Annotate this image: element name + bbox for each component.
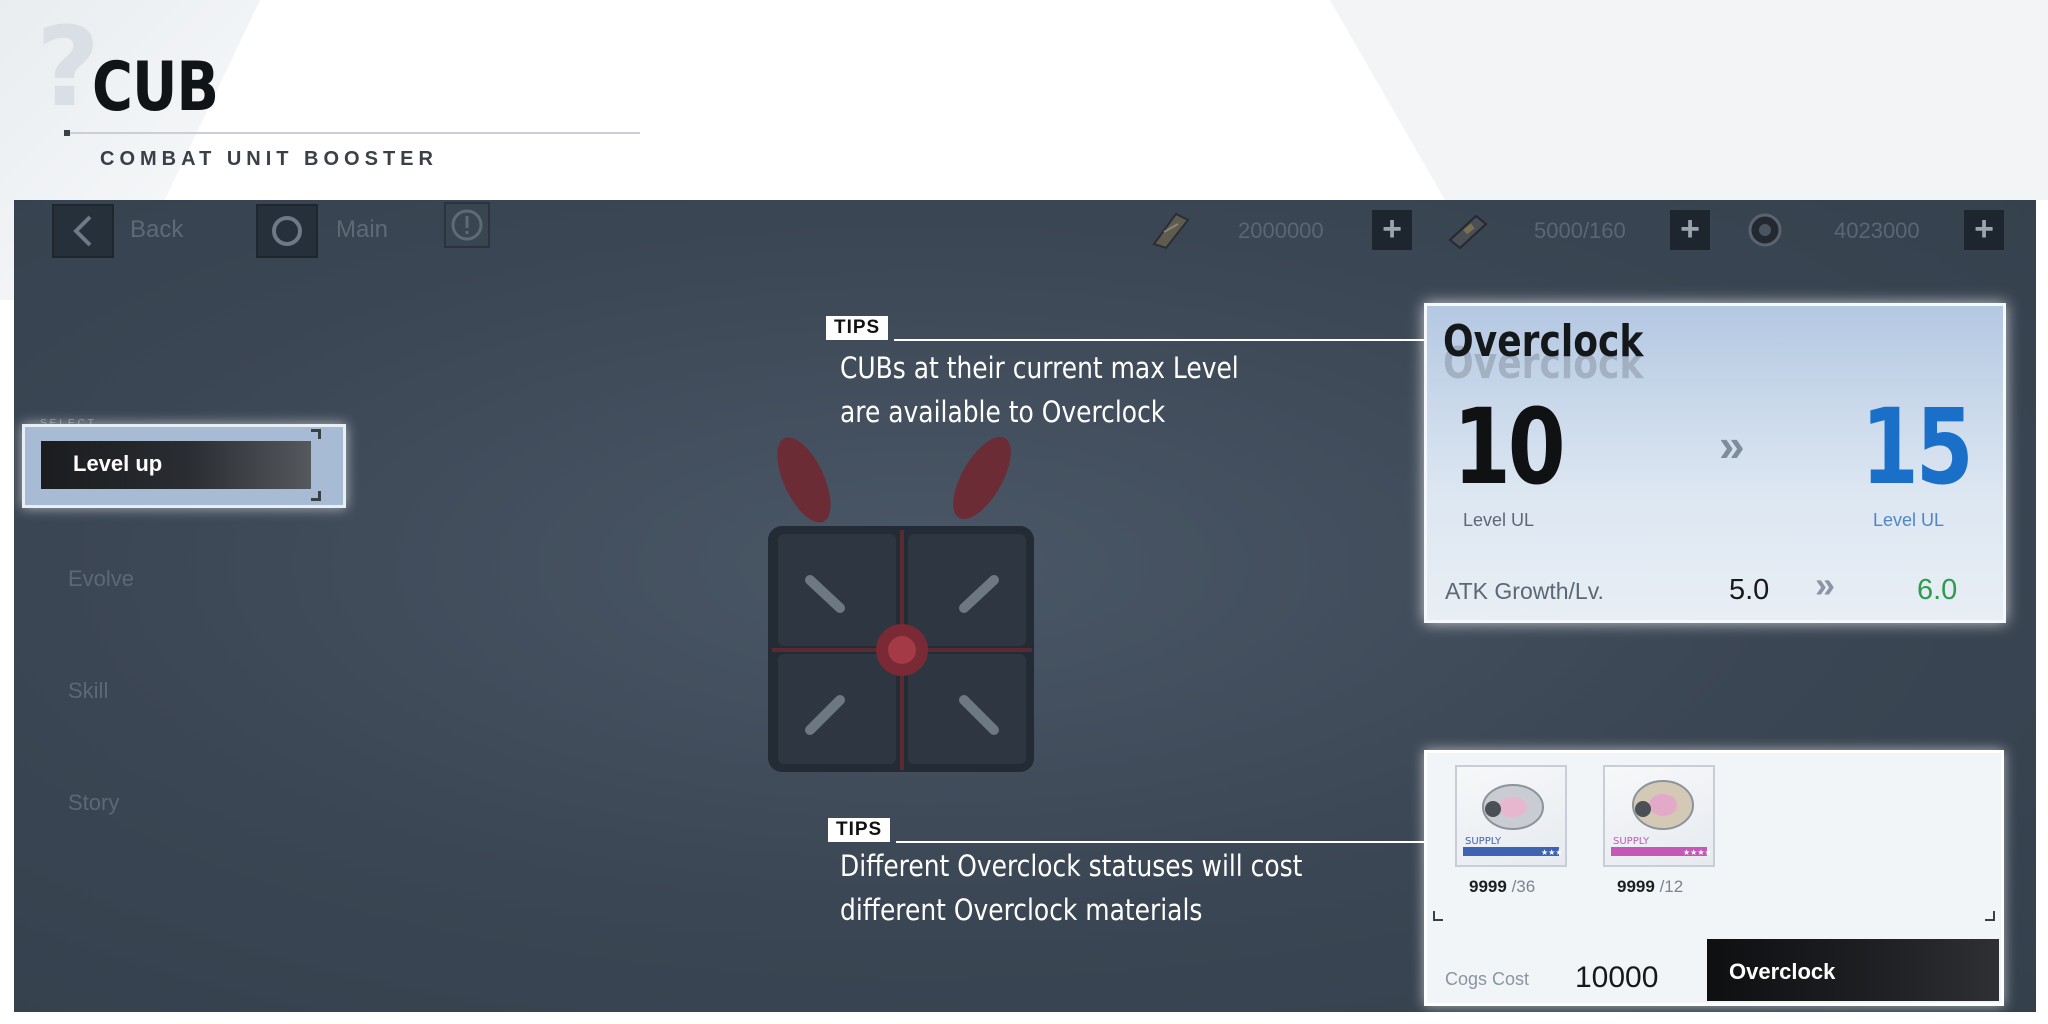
svg-text:★★★: ★★★ [1541,848,1563,857]
add-resource-button[interactable]: + [1670,210,1710,250]
overclock-card: Overclock Overclock 10 Level UL » 15 Lev… [1424,303,2006,623]
material-count: 9999 /36 [1469,877,1535,897]
chevron-left-icon [73,215,92,247]
tips-connector-line [894,339,1424,341]
corner-bracket [311,491,321,501]
tips-connector-line [896,841,1424,843]
title-divider-dot [64,130,70,136]
atk-growth-to: 6.0 [1917,574,1958,606]
supply-badge: SUPPLY [1465,836,1502,847]
supply-module-icon: SUPPLY ★★★ [1463,784,1563,857]
level-from-label: Level UL [1463,510,1535,530]
menu-item-label: Level up [73,451,163,476]
resource-value: 4023000 [1834,218,1920,243]
tips-text: Different Overclock statuses will cost d… [840,844,1302,932]
atk-growth-from: 5.0 [1729,574,1770,606]
add-resource-button[interactable]: + [1372,210,1412,250]
tips-line: CUBs at their current max Level [840,351,1239,385]
cub-model-image [768,436,1034,772]
svg-text:★★★★: ★★★★ [1683,848,1712,857]
menu-item-highlight: Level up [41,441,311,489]
tips-tag: TIPS [826,316,889,340]
material-required: /36 [1511,877,1536,896]
material-owned: 9999 [1469,877,1507,896]
header-backdrop-right [1330,0,2048,200]
tips-line: different Overclock materials [840,893,1203,927]
material-slot[interactable]: SUPPLY ★★★★ [1603,765,1715,867]
cogs-cost-label: Cogs Cost [1445,969,1530,989]
corner-bracket [311,429,321,439]
add-resource-button[interactable]: + [1964,210,2004,250]
overclock-title: Overclock [1443,316,1644,367]
materials-card: SUPPLY ★★★ 9999 /36 SUPPLY ★★★★ 9999 /12… [1424,750,2004,1006]
material-slot[interactable]: SUPPLY ★★★ [1455,765,1567,867]
menu-item-evolve[interactable]: Evolve [68,566,134,592]
menu-item-skill[interactable]: Skill [68,678,108,704]
supply-module-icon: SUPPLY ★★★★ [1611,780,1712,857]
cogs-cost-value: 10000 [1575,961,1659,994]
menu-item-story[interactable]: Story [68,790,119,816]
tips-line: Different Overclock statuses will cost [840,849,1303,883]
level-arrow-icon: » [1719,419,1744,471]
back-label[interactable]: Back [130,216,183,244]
notice-button[interactable] [444,202,490,248]
exclamation-icon [451,209,483,241]
atk-growth-label: ATK Growth/Lv. [1445,578,1604,604]
level-from: 10 [1453,386,1566,508]
game-screen: Back Main 2000000 + 5000/160 + 4023000 +… [14,200,2036,1012]
main-button[interactable] [256,204,318,258]
cog-coin-icon [1748,213,1782,247]
overclock-button[interactable]: Overclock [1707,939,1999,1001]
main-label[interactable]: Main [336,216,388,244]
material-owned: 9999 [1617,877,1655,896]
atk-arrow-icon: » [1815,564,1835,605]
tips-text: CUBs at their current max Level are avai… [840,346,1239,434]
resource-value: 2000000 [1238,218,1324,243]
tips-tag: TIPS [828,818,891,842]
tips-line: are available to Overclock [840,395,1166,429]
supply-badge: SUPPLY [1613,836,1650,847]
menu-item-level-up[interactable]: Level up [22,424,346,508]
corner-bracket [1433,911,1443,921]
page-title: CUB [92,48,219,127]
corner-bracket [1985,911,1995,921]
ticket-icon [1152,212,1190,250]
level-to: 15 [1861,386,1974,508]
back-button[interactable] [52,204,114,258]
material-count: 9999 /12 [1617,877,1683,897]
material-required: /12 [1659,877,1684,896]
battery-icon [1448,214,1488,250]
overclock-button-label: Overclock [1729,959,1836,984]
level-to-label: Level UL [1873,510,1945,530]
page-subtitle: COMBAT UNIT BOOSTER [100,148,438,170]
home-circle-icon [272,216,302,246]
resource-value: 5000/160 [1534,218,1626,243]
title-divider [66,132,640,134]
